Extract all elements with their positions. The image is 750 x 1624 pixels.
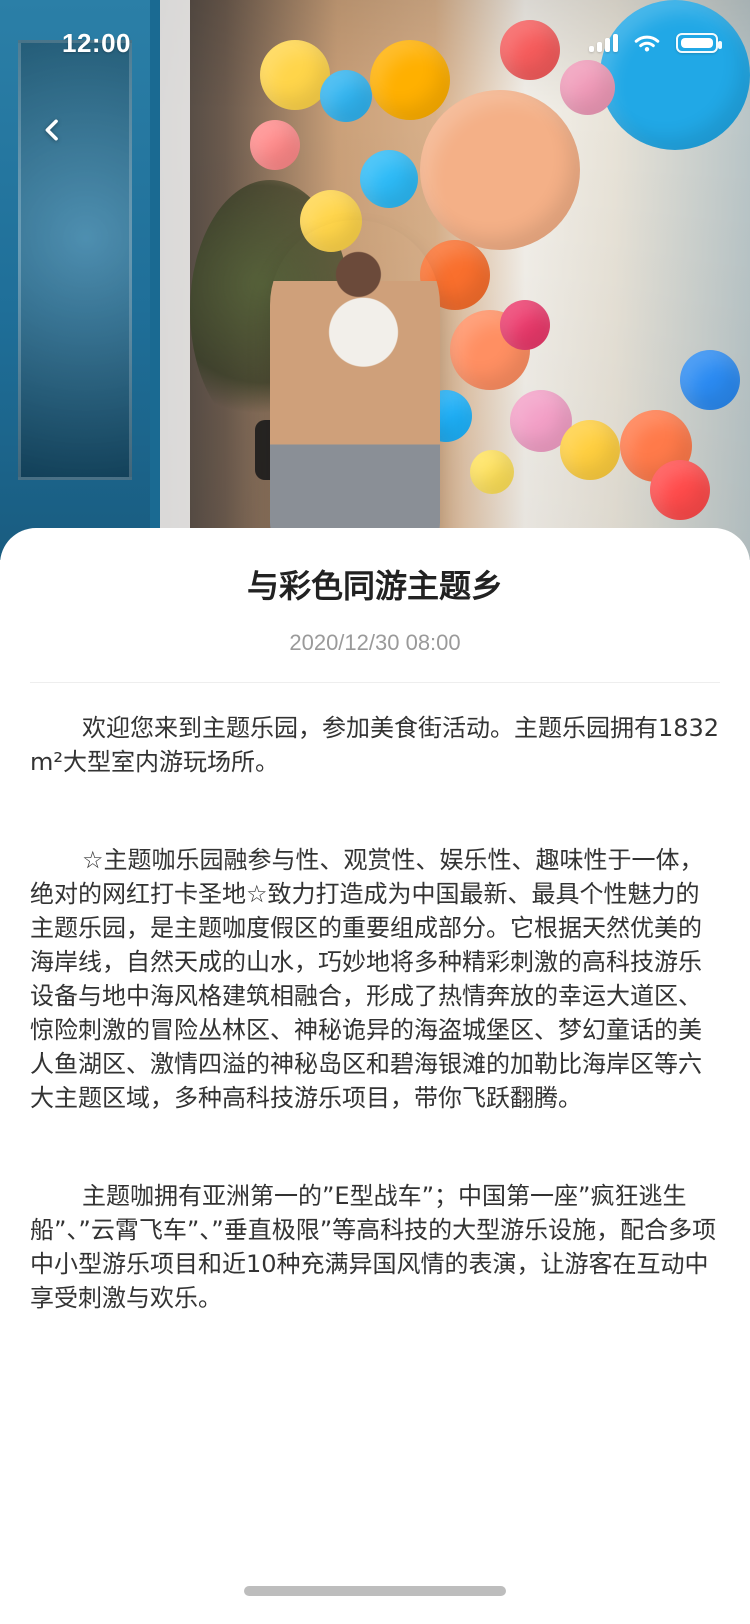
- balloon: [680, 350, 740, 410]
- status-time: 12:00: [62, 28, 131, 58]
- home-indicator: [244, 1586, 506, 1596]
- status-icons: [589, 32, 722, 54]
- cellular-signal-icon: [589, 34, 618, 52]
- status-bar: 12:00: [0, 0, 750, 88]
- balloon: [650, 460, 710, 520]
- balloon: [470, 450, 514, 494]
- chevron-left-icon: [45, 119, 58, 141]
- content-card: 与彩色同游主题乡 2020/12/30 08:00 欢迎您来到主题乐园，参加美食…: [0, 528, 750, 1624]
- article-title: 与彩色同游主题乡: [246, 567, 503, 605]
- paragraph: ☆主题咖乐园融参与性、观赏性、娱乐性、趣味性于一体，绝对的网红打卡圣地☆致力打造…: [30, 846, 704, 1113]
- balloon: [250, 120, 300, 170]
- balloon: [360, 150, 418, 208]
- battery-level: [681, 38, 713, 48]
- article-body: 欢迎您来到主题乐园，参加美食街活动。主题乐园拥有1832m²大型室内游玩场所。 …: [30, 711, 720, 1315]
- balloon: [560, 420, 620, 480]
- balloon: [500, 300, 550, 350]
- battery-icon: [676, 33, 722, 53]
- hero-person: [270, 220, 440, 560]
- divider: [30, 682, 720, 684]
- paragraph: 欢迎您来到主题乐园，参加美食街活动。主题乐园拥有1832m²大型室内游玩场所。: [30, 714, 720, 777]
- wifi-icon: [632, 32, 662, 54]
- paragraph: 主题咖拥有亚洲第一的”E型战车”；中国第一座”疯狂逃生船”、”云霄飞车”、”垂直…: [30, 1182, 717, 1313]
- article-screen: 12:00 与彩色同游主题乡 2020/12/30 08:00 欢迎您来到主题乐…: [0, 0, 750, 1624]
- article-date: 2020/12/30 08:00: [289, 630, 461, 655]
- back-button[interactable]: [26, 104, 78, 156]
- balloon: [420, 90, 580, 250]
